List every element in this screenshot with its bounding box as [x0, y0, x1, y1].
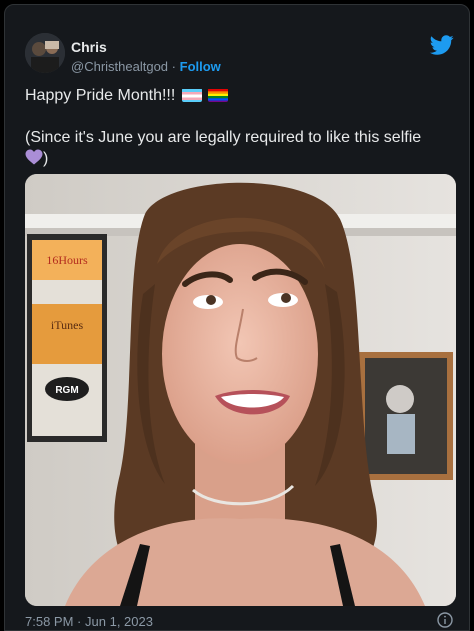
- handle-separator: ·: [171, 59, 176, 74]
- tweet-card: Chris @Christhealtgod · Follow Happy Pri…: [4, 4, 470, 631]
- follow-button[interactable]: Follow: [180, 59, 221, 74]
- timestamp-separator: ·: [77, 614, 82, 629]
- rainbow-flag-icon: [208, 88, 229, 102]
- display-name[interactable]: Chris: [71, 39, 107, 55]
- tweet-line-2: (Since it's June you are legally require…: [25, 127, 455, 169]
- tweet-line-2-end: ): [43, 150, 49, 167]
- user-handle[interactable]: @Christhealtgod: [71, 59, 168, 74]
- tweet-header: Chris @Christhealtgod · Follow: [25, 33, 455, 77]
- tweet-time: 7:58 PM: [25, 614, 74, 629]
- tweet-text: Happy Pride Month!!! (Since it's June yo…: [25, 85, 455, 169]
- poster-text-3: RGM: [55, 385, 78, 396]
- tweet-date: Jun 1, 2023: [85, 614, 153, 629]
- poster-text-1: 16Hours: [46, 253, 88, 267]
- tweet-line-1: Happy Pride Month!!!: [25, 85, 455, 106]
- purple-heart-icon: [25, 149, 43, 165]
- tweet-line-2-text: (Since it's June you are legally require…: [25, 129, 422, 146]
- tweet-timestamp[interactable]: 7:58 PM · Jun 1, 2023: [25, 614, 153, 629]
- info-icon[interactable]: [437, 612, 453, 628]
- poster-text-2: iTunes: [51, 318, 84, 332]
- handle-row: @Christhealtgod · Follow: [71, 59, 221, 74]
- transgender-flag-icon: [181, 88, 202, 102]
- tweet-line-1-text: Happy Pride Month!!!: [25, 87, 180, 104]
- twitter-bird-icon[interactable]: [429, 33, 455, 57]
- avatar[interactable]: [25, 33, 65, 73]
- selfie-photo[interactable]: 16Hours iTunes RGM: [25, 174, 456, 606]
